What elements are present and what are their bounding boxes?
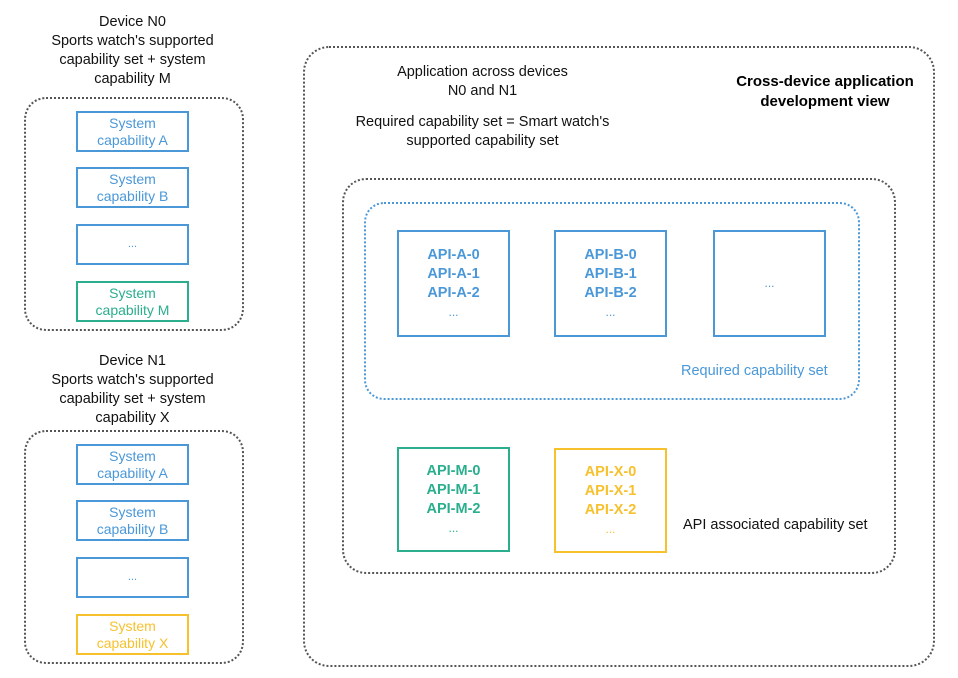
device-n1-capability-b: System capability B: [76, 500, 189, 541]
api-x-2: API-X-2: [584, 501, 637, 518]
device-n0-capability-m: System capability M: [76, 281, 189, 322]
api-b-ellipsis: ...: [605, 304, 616, 319]
api-associated-capability-set-label: API associated capability set: [683, 517, 868, 533]
required-capability-caption: Required capability set = Smart watch's …: [355, 114, 610, 149]
api-x-ellipsis: ...: [605, 521, 616, 536]
api-a-ellipsis: ...: [448, 304, 459, 319]
device-n1-capability-a: System capability A: [76, 444, 189, 485]
api-m-2: API-M-2: [426, 500, 481, 517]
app-view-title: Cross-device application development vie…: [736, 73, 914, 110]
device-n0-capability-ellipsis: ...: [76, 224, 189, 265]
api-m-ellipsis: ...: [448, 520, 459, 535]
api-a-0: API-A-0: [427, 246, 480, 263]
api-b-1: API-B-1: [584, 265, 637, 282]
device-n0-container: System capability A System capability B …: [24, 97, 244, 331]
api-b-2: API-B-2: [584, 284, 637, 301]
api-box-ellipsis: ...: [713, 230, 826, 337]
api-more-ellipsis: ...: [764, 276, 775, 290]
api-box-b: API-B-0 API-B-1 API-B-2 ...: [554, 230, 667, 337]
required-capability-set-label: Required capability set: [681, 363, 828, 379]
device-n1-capability-ellipsis: ...: [76, 557, 189, 598]
api-a-2: API-A-2: [427, 284, 480, 301]
device-n0-caption: Device N0 Sports watch's supported capab…: [51, 14, 214, 87]
device-n1-capability-x: System capability X: [76, 614, 189, 655]
device-n1-container: System capability A System capability B …: [24, 430, 244, 664]
api-box-a: API-A-0 API-A-1 API-A-2 ...: [397, 230, 510, 337]
api-x-0: API-X-0: [584, 463, 637, 480]
api-box-x: API-X-0 API-X-1 API-X-2 ...: [554, 448, 667, 553]
device-n0-capability-b: System capability B: [76, 167, 189, 208]
device-n1-caption: Device N1 Sports watch's supported capab…: [51, 353, 214, 426]
device-n0-capability-a: System capability A: [76, 111, 189, 152]
api-m-1: API-M-1: [426, 481, 481, 498]
api-x-1: API-X-1: [584, 482, 637, 499]
api-b-0: API-B-0: [584, 246, 637, 263]
api-a-1: API-A-1: [427, 265, 480, 282]
api-box-m: API-M-0 API-M-1 API-M-2 ...: [397, 447, 510, 552]
api-m-0: API-M-0: [426, 462, 481, 479]
app-across-devices-caption: Application across devices N0 and N1: [397, 64, 568, 99]
